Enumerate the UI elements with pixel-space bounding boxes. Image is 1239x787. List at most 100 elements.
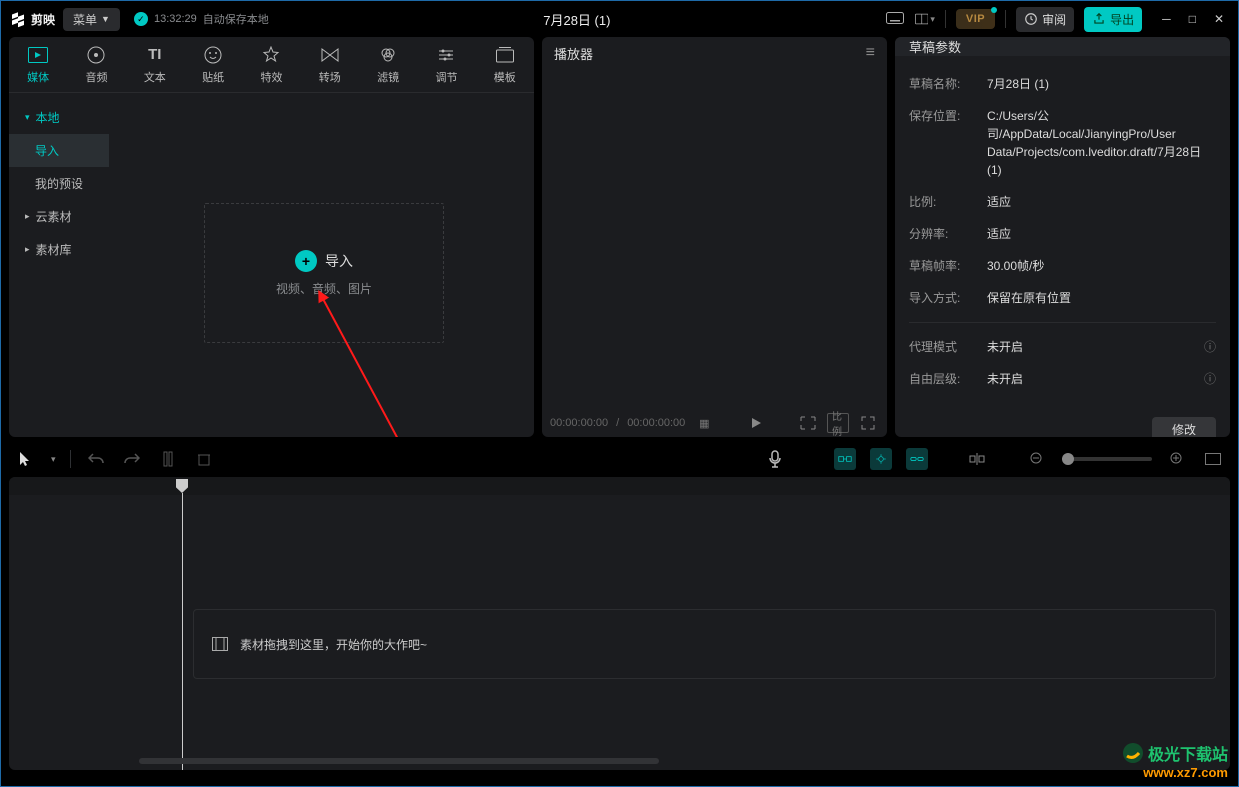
zoom-slider[interactable] bbox=[1062, 457, 1152, 461]
sidebar-import[interactable]: 导入 bbox=[9, 134, 109, 167]
media-sidebar: ▾ 本地 导入 我的预设 ▸ 云素材 ▸ 素材库 bbox=[9, 93, 109, 437]
zoom-fit-button[interactable] bbox=[1202, 448, 1224, 470]
caret-right-icon: ▸ bbox=[25, 244, 30, 255]
sidebar-presets[interactable]: 我的预设 bbox=[9, 167, 109, 200]
align-button[interactable] bbox=[966, 448, 988, 470]
sidebar-label: 素材库 bbox=[36, 241, 72, 258]
text-icon: TI bbox=[145, 45, 165, 65]
template-icon bbox=[495, 45, 515, 65]
cursor-tool[interactable] bbox=[15, 448, 37, 470]
sidebar-cloud[interactable]: ▸ 云素材 bbox=[9, 200, 109, 233]
play-button[interactable] bbox=[745, 413, 767, 433]
menu-button[interactable]: 菜单 ▼ bbox=[63, 8, 120, 31]
track-placeholder[interactable]: 素材拖拽到这里，开始你的大作吧~ bbox=[193, 609, 1216, 679]
autosave-text: 自动保存本地 bbox=[203, 11, 269, 27]
app-logo: 剪映 bbox=[9, 10, 55, 28]
maximize-button[interactable]: □ bbox=[1189, 12, 1196, 26]
preview-toggle[interactable] bbox=[870, 448, 892, 470]
logo-icon bbox=[9, 10, 27, 28]
dropzone-subtitle: 视频、音频、图片 bbox=[276, 280, 372, 297]
value-path: C:/Users/公司/AppData/Local/JianyingPro/Us… bbox=[987, 107, 1216, 179]
tab-effect[interactable]: 特效 bbox=[246, 45, 296, 85]
tab-media[interactable]: 媒体 bbox=[13, 45, 63, 85]
zoom-out-button[interactable] bbox=[1026, 448, 1048, 470]
divider bbox=[1005, 10, 1006, 28]
timeline-ruler[interactable] bbox=[9, 477, 1230, 495]
media-icon bbox=[28, 45, 48, 65]
sidebar-label: 云素材 bbox=[36, 208, 72, 225]
value-ratio: 适应 bbox=[987, 193, 1216, 211]
draft-params-panel: 草稿参数 草稿名称:7月28日 (1) 保存位置:C:/Users/公司/App… bbox=[895, 37, 1230, 437]
caret-right-icon: ▸ bbox=[25, 211, 30, 222]
close-button[interactable]: ✕ bbox=[1214, 12, 1224, 26]
value-name: 7月28日 (1) bbox=[987, 75, 1216, 93]
caret-down-icon: ▾ bbox=[25, 112, 30, 123]
snap-toggle[interactable] bbox=[834, 448, 856, 470]
divider bbox=[909, 322, 1216, 323]
fullscreen-icon[interactable] bbox=[857, 413, 879, 433]
review-label: 审阅 bbox=[1042, 11, 1066, 28]
value-fps: 30.00帧/秒 bbox=[987, 257, 1216, 275]
vip-button[interactable]: VIP bbox=[956, 9, 995, 29]
delete-button[interactable] bbox=[193, 448, 215, 470]
dropzone-title: 导入 bbox=[325, 251, 353, 271]
zoom-in-button[interactable] bbox=[1166, 448, 1188, 470]
tab-label: 媒体 bbox=[27, 69, 49, 85]
microphone-button[interactable] bbox=[764, 448, 786, 470]
effect-icon bbox=[261, 45, 281, 65]
layout-icon[interactable]: ▾ bbox=[915, 10, 935, 28]
tab-adjust[interactable]: 调节 bbox=[421, 45, 471, 85]
filter-icon bbox=[378, 45, 398, 65]
tab-label: 特效 bbox=[260, 69, 282, 85]
slider-thumb[interactable] bbox=[1062, 453, 1074, 465]
media-panel: 媒体 音频 TI 文本 贴纸 特效 转场 bbox=[9, 37, 534, 437]
tab-sticker[interactable]: 贴纸 bbox=[188, 45, 238, 85]
info-icon[interactable]: ⓘ bbox=[1204, 338, 1216, 355]
link-toggle[interactable] bbox=[906, 448, 928, 470]
modify-button[interactable]: 修改 bbox=[1152, 417, 1216, 437]
sidebar-local[interactable]: ▾ 本地 bbox=[9, 101, 109, 134]
tab-transition[interactable]: 转场 bbox=[305, 45, 355, 85]
app-name: 剪映 bbox=[31, 11, 55, 28]
value-resolution: 适应 bbox=[987, 225, 1216, 243]
check-icon: ✓ bbox=[134, 12, 148, 26]
playhead[interactable] bbox=[176, 479, 188, 770]
horizontal-scrollbar[interactable] bbox=[139, 758, 659, 764]
tab-template[interactable]: 模板 bbox=[480, 45, 530, 85]
chevron-down-icon[interactable]: ▾ bbox=[51, 454, 56, 465]
timeline-panel: 素材拖拽到这里，开始你的大作吧~ bbox=[9, 477, 1230, 770]
tab-text[interactable]: TI 文本 bbox=[130, 45, 180, 85]
chevron-down-icon: ▼ bbox=[101, 14, 110, 24]
info-icon[interactable]: ⓘ bbox=[1204, 370, 1216, 387]
transition-icon bbox=[320, 45, 340, 65]
player-viewport[interactable] bbox=[542, 69, 887, 409]
frame-icon[interactable] bbox=[797, 413, 819, 433]
label-name: 草稿名称: bbox=[909, 75, 973, 92]
player-panel: 播放器 ≡ 00:00:00:00 / 00:00:00:00 ▦ 比例 bbox=[542, 37, 887, 437]
redo-button[interactable] bbox=[121, 448, 143, 470]
player-menu-icon[interactable]: ≡ bbox=[866, 44, 875, 62]
value-layer: 未开启 bbox=[987, 370, 1190, 388]
ratio-button[interactable]: 比例 bbox=[827, 413, 849, 433]
sidebar-label: 我的预设 bbox=[35, 175, 83, 192]
export-label: 导出 bbox=[1110, 11, 1134, 28]
label-path: 保存位置: bbox=[909, 107, 973, 124]
tab-filter[interactable]: 滤镜 bbox=[363, 45, 413, 85]
player-grid-icon[interactable]: ▦ bbox=[693, 413, 715, 433]
tab-label: 贴纸 bbox=[202, 69, 224, 85]
minimize-button[interactable]: ─ bbox=[1162, 12, 1171, 26]
time-total: 00:00:00:00 bbox=[627, 417, 685, 429]
tab-label: 滤镜 bbox=[377, 69, 399, 85]
split-button[interactable] bbox=[157, 448, 179, 470]
sidebar-library[interactable]: ▸ 素材库 bbox=[9, 233, 109, 266]
undo-button[interactable] bbox=[85, 448, 107, 470]
import-dropzone[interactable]: + 导入 视频、音频、图片 bbox=[204, 203, 444, 343]
chevron-down-icon: ▾ bbox=[930, 14, 935, 25]
keyboard-icon[interactable] bbox=[885, 10, 905, 28]
sidebar-label: 本地 bbox=[36, 109, 60, 126]
tab-audio[interactable]: 音频 bbox=[71, 45, 121, 85]
export-button[interactable]: 导出 bbox=[1084, 7, 1142, 32]
timeline-toolbar: ▾ bbox=[9, 443, 1230, 475]
review-button[interactable]: 审阅 bbox=[1016, 7, 1074, 32]
project-title: 7月28日 (1) bbox=[277, 10, 877, 29]
